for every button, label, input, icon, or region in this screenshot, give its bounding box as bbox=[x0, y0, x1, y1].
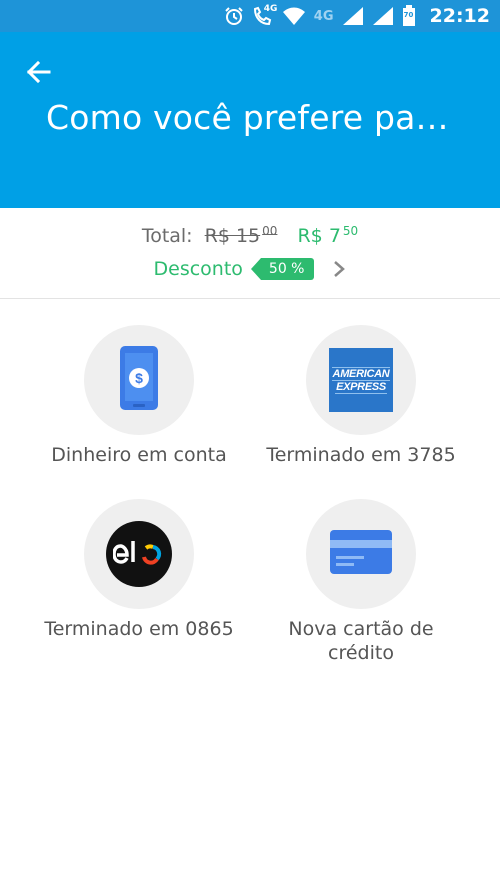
option-label: Terminado em 0865 bbox=[44, 618, 234, 640]
status-time: 22:12 bbox=[429, 5, 490, 27]
alarm-icon bbox=[224, 6, 244, 26]
new-price: R$ 7 50 bbox=[297, 224, 359, 247]
credit-card-icon bbox=[330, 530, 392, 578]
payment-option-new-card[interactable]: Nova cartão de crédito bbox=[241, 499, 481, 665]
discount-row[interactable]: Desconto 50 % bbox=[0, 258, 500, 280]
old-price-value: R$ 15 bbox=[204, 225, 261, 247]
arrow-left-icon bbox=[25, 59, 51, 89]
network-4g-label-1: 4G bbox=[263, 4, 278, 14]
option-label: Terminado em 3785 bbox=[266, 444, 456, 466]
svg-text:$: $ bbox=[135, 370, 143, 386]
new-price-cents: 50 bbox=[342, 224, 359, 238]
phone-money-icon: $ bbox=[119, 345, 159, 415]
signal-icon bbox=[372, 6, 394, 26]
old-price: R$ 15 00 bbox=[204, 224, 278, 247]
payment-option-account-money[interactable]: $ Dinheiro em conta bbox=[19, 325, 259, 467]
elo-icon bbox=[106, 521, 172, 587]
new-price-value: R$ 7 bbox=[297, 225, 341, 247]
payment-option-elo[interactable]: Terminado em 0865 bbox=[19, 499, 259, 641]
chevron-right-icon[interactable] bbox=[332, 259, 346, 279]
old-price-cents: 00 bbox=[262, 224, 278, 238]
option-icon-circle bbox=[306, 499, 416, 609]
network-4g-label-2: 4G bbox=[313, 8, 334, 24]
page-title: Como você prefere paga... bbox=[46, 98, 466, 137]
american-express-icon: AMERICAN EXPRESS bbox=[329, 348, 393, 412]
battery-icon: 70 bbox=[402, 5, 416, 27]
payment-summary: Total: R$ 15 00 R$ 7 50 Desconto 50 % bbox=[0, 208, 500, 299]
option-icon-circle: AMERICAN EXPRESS bbox=[306, 325, 416, 435]
payment-option-amex[interactable]: AMERICAN EXPRESS Terminado em 3785 bbox=[241, 325, 481, 467]
amex-line-1: AMERICAN bbox=[331, 366, 391, 381]
wifi-icon bbox=[282, 7, 306, 25]
option-icon-circle bbox=[84, 499, 194, 609]
total-row: Total: R$ 15 00 R$ 7 50 bbox=[0, 224, 500, 247]
discount-label: Desconto bbox=[153, 258, 243, 280]
status-icons: 4G 4G 70 22:12 bbox=[224, 0, 490, 32]
back-button[interactable] bbox=[18, 54, 58, 94]
discount-badge: 50 % bbox=[250, 258, 315, 280]
total-label: Total: bbox=[141, 225, 193, 247]
battery-level: 70 bbox=[403, 11, 414, 19]
option-label: Nova cartão de crédito bbox=[288, 618, 434, 664]
signal-icon bbox=[342, 6, 364, 26]
status-bar: 4G 4G 70 22:12 bbox=[0, 0, 500, 32]
option-icon-circle: $ bbox=[84, 325, 194, 435]
wifi-calling-icon: 4G bbox=[252, 4, 277, 26]
amex-line-2: EXPRESS bbox=[335, 380, 387, 394]
option-label: Dinheiro em conta bbox=[51, 444, 227, 466]
app-bar: Como você prefere paga... bbox=[0, 32, 500, 208]
